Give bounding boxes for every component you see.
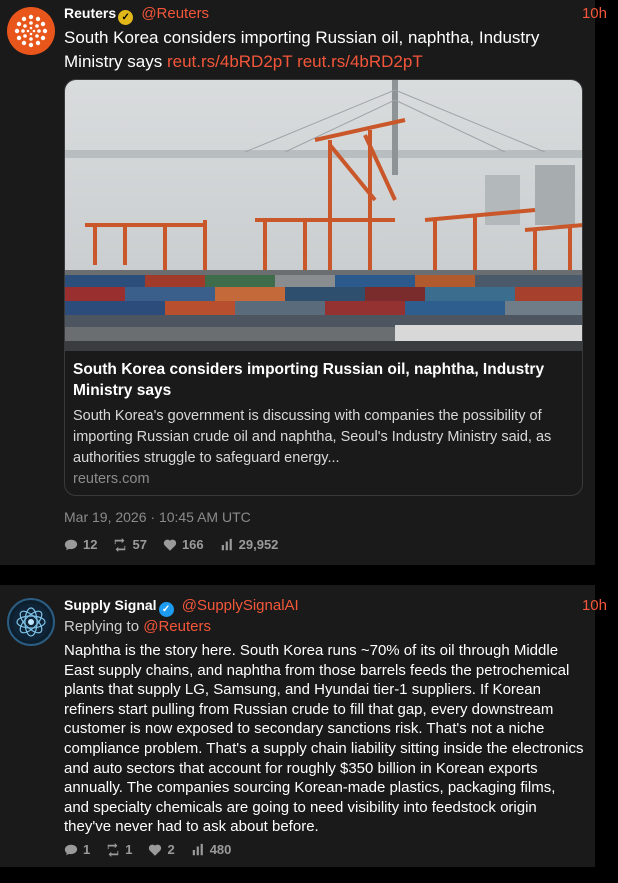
reply-button[interactable]: 12 [64,537,97,552]
replying-prefix: Replying to [64,618,144,635]
reuters-avatar[interactable] [7,7,55,55]
tweet-time[interactable]: 10h [582,597,607,614]
views-bar-chart-icon [221,538,232,550]
views-button[interactable]: 480 [191,842,232,857]
author-handle[interactable]: @SupplySignalAI [182,597,299,614]
supply-signal-avatar[interactable] [7,598,55,646]
tweet-stats: 1 1 2 480 [64,842,231,857]
tweet-link[interactable]: reut.rs/4bRD2pT [167,52,292,71]
reply-button[interactable]: 1 [64,842,90,857]
replying-to: Replying to @Reuters [64,618,211,635]
views-button[interactable]: 29,952 [220,537,279,552]
like-button[interactable]: 2 [148,842,175,857]
heart-icon [149,844,162,856]
retweet-icon [115,537,126,552]
like-button[interactable]: 166 [163,537,204,552]
link-preview-card[interactable]: South Korea considers importing Russian … [64,79,583,496]
reuters-logo-icon [14,14,48,48]
tweet-header: Supply Signal ✓ @SupplySignalAI [64,597,299,617]
views-bar-chart-icon [192,843,203,855]
port-container-cranes-photo [65,80,582,351]
heart-icon [163,539,177,551]
supply-signal-logo-icon [12,603,50,641]
author-name[interactable]: Supply Signal [64,597,157,613]
author-name[interactable]: Reuters [64,5,116,21]
verified-badge-icon: ✓ [158,602,174,617]
author-handle[interactable]: @Reuters [141,5,209,22]
tweet-stats: 12 57 166 29,952 [64,537,278,552]
view-count: 480 [209,842,232,857]
tweet-time[interactable]: 10h [582,5,607,22]
card-description: South Korea's government is discussing w… [73,408,552,466]
tweet-link[interactable]: reut.rs/4bRD2pT [297,52,423,71]
comment-icon [64,844,78,855]
verified-badge-icon: ✓ [118,10,134,25]
retweet-count: 57 [132,537,147,552]
retweet-icon [107,842,119,857]
tweet-text: Naphtha is the story here. South Korea r… [64,642,584,836]
card-title: South Korea considers importing Russian … [73,361,545,399]
tweet-date[interactable]: Mar 19, 2026 · 10:45 AM UTC [64,509,251,525]
reply-count: 12 [83,537,98,552]
comment-icon [64,539,78,550]
tweet-text: South Korea considers importing Russian … [64,26,584,74]
like-count: 166 [181,537,204,552]
retweet-button[interactable]: 1 [106,842,132,857]
retweet-count: 1 [125,842,133,857]
tweet-header: Reuters ✓ @Reuters [64,5,209,25]
replying-handle[interactable]: @Reuters [143,618,211,635]
view-count: 29,952 [238,537,279,552]
like-count: 2 [167,842,175,857]
card-domain: reuters.com [73,471,150,487]
retweet-button[interactable]: 57 [113,537,147,552]
reply-count: 1 [83,842,91,857]
